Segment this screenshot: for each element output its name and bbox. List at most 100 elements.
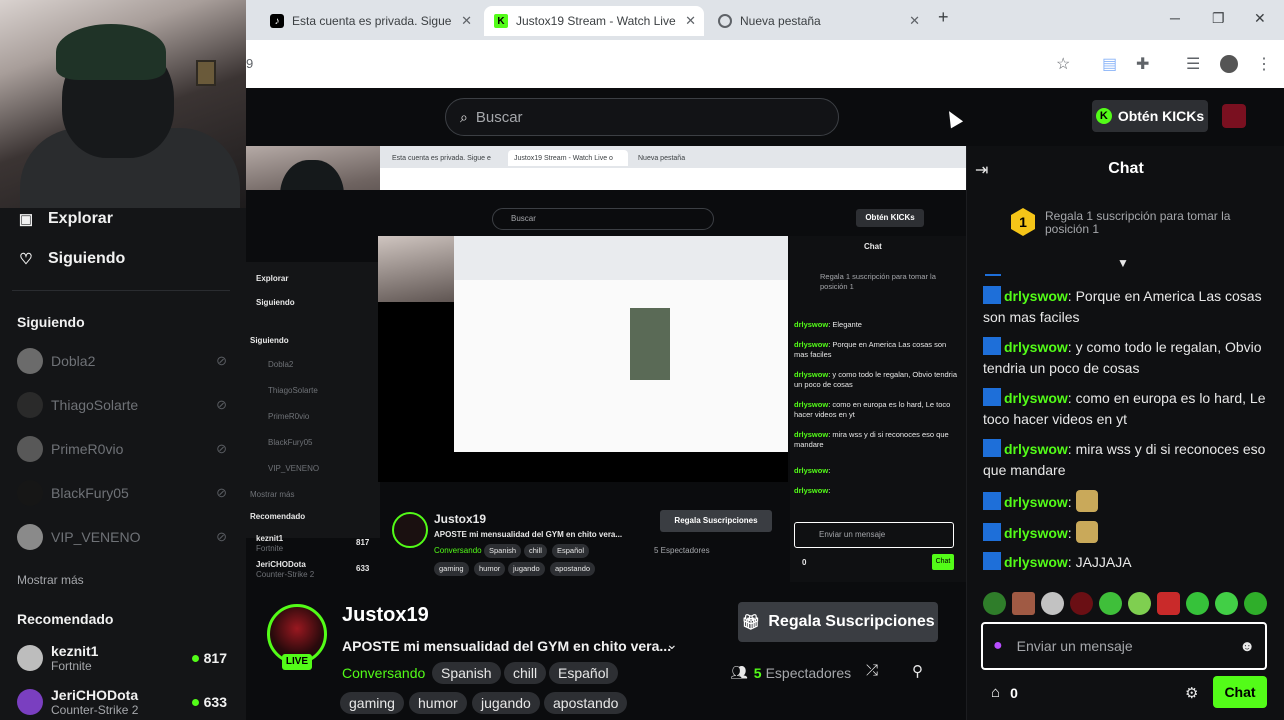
tag-pill[interactable]: apostando — [544, 692, 628, 714]
offline-icon: ⊘ — [216, 529, 227, 544]
gift-label: Regala Suscripciones — [768, 613, 935, 630]
close-tab-icon[interactable]: ✕ — [909, 13, 920, 29]
kicks-balance[interactable]: ⌂ 0 — [991, 684, 1018, 701]
chat-message: drlyswow: Porque en America Las cosas so… — [983, 286, 1262, 325]
following-heading: Siguiendo — [17, 314, 85, 330]
microphone-icon[interactable]: ● — [993, 637, 1003, 655]
get-kicks-button[interactable]: K Obtén KICKs — [1092, 100, 1208, 132]
new-tab-button[interactable]: + — [938, 7, 949, 28]
sidebar-item-recommended[interactable]: keznit1 Fortnite 817 — [17, 640, 227, 676]
search-placeholder: Buscar — [475, 108, 523, 126]
emote-icon[interactable] — [1128, 592, 1151, 615]
tab-label: Justox19 Stream - Watch Live o — [516, 14, 676, 28]
emote-icon[interactable] — [1070, 592, 1093, 615]
sidebar-item-following[interactable]: VIP_VENENO ⊘ — [17, 522, 227, 552]
nested-chat-line: drlyswow: — [794, 466, 831, 475]
browser-tab-kick[interactable]: K Justox19 Stream - Watch Live o ✕ — [484, 6, 704, 36]
nested-rec: Recomendado — [250, 512, 306, 521]
gift-subscriptions-button[interactable]: 🎁︎ Regala Suscripciones — [738, 602, 938, 642]
nested-chat-line: drlyswow: — [794, 486, 831, 495]
gear-icon[interactable]: ⚙ — [1185, 684, 1198, 702]
chevron-down-icon[interactable]: ⌄ — [666, 636, 678, 653]
close-tab-icon[interactable]: ✕ — [685, 13, 696, 29]
sidebar-item-following[interactable]: BlackFury05 ⊘ — [17, 478, 227, 508]
tag-pill[interactable]: humor — [409, 692, 467, 714]
extensions-icon[interactable]: ✚ — [1136, 54, 1149, 74]
emote-icon[interactable] — [1157, 592, 1180, 615]
follow-user-icon[interactable]: ⚲ — [912, 662, 923, 680]
nested-chat-title: Chat — [864, 242, 882, 251]
nested-follow: BlackFury05 — [268, 438, 313, 447]
chat-message-input[interactable]: ● Enviar un mensaje ☻ — [981, 622, 1267, 670]
nav-siguiendo[interactable]: ♡ Siguiendo — [18, 250, 125, 268]
pinned-gift-prompt[interactable]: Regala 1 suscripción para tomar la posic… — [1011, 210, 1241, 236]
document-icon[interactable]: ▤ — [1102, 54, 1117, 74]
close-tab-icon[interactable]: ✕ — [461, 13, 472, 29]
nested-chat-line: drlyswow: Porque en America Las cosas so… — [794, 340, 947, 359]
emote-icon[interactable] — [1215, 592, 1238, 615]
viewers-icon: 👥︎ — [730, 664, 748, 680]
emote-icon[interactable] — [1099, 592, 1122, 615]
minimize-icon[interactable]: ─ — [1170, 10, 1180, 26]
channel-name: BlackFury05 — [51, 485, 129, 501]
address-bar[interactable]: 9 ☆ ▤ ✚ ☰ ⋮ — [246, 40, 1284, 88]
chat-message: drlyswow: — [983, 521, 1269, 544]
browser-tab-new[interactable]: Nueva pestaña ✕ — [708, 6, 928, 36]
restore-icon[interactable]: ❐ — [1212, 10, 1225, 27]
tag-pill[interactable]: jugando — [472, 692, 540, 714]
emote-icon[interactable] — [1186, 592, 1209, 615]
nested-tab: Justox19 Stream - Watch Live o — [508, 150, 628, 166]
nested-follow: VIP_VENENO — [268, 464, 320, 473]
sidebar-item-following[interactable]: Dobla2 ⊘ — [17, 346, 227, 376]
sub-badge-icon — [983, 286, 1001, 304]
sidebar-item-following[interactable]: PrimeR0vio ⊘ — [17, 434, 227, 464]
media-icon[interactable]: ☰ — [1186, 54, 1200, 74]
recommended-heading: Recomendado — [17, 611, 114, 627]
send-chat-button[interactable]: Chat — [1213, 676, 1267, 708]
streamer-name[interactable]: Justox19 — [342, 604, 429, 627]
nested-more: Mostrar más — [250, 490, 295, 499]
sub-badge-icon — [983, 388, 1001, 406]
emote-bar — [983, 592, 1273, 618]
star-icon[interactable]: ☆ — [1056, 54, 1070, 74]
sidebar-item-recommended[interactable]: JeriCHODota Counter-Strike 2 633 — [17, 684, 227, 720]
menu-icon[interactable]: ⋮ — [1256, 54, 1272, 74]
live-dot-icon — [191, 654, 199, 662]
tag-pill[interactable]: Spanish — [432, 662, 501, 684]
sidebar-item-following[interactable]: ThiagoSolarte ⊘ — [17, 390, 227, 420]
emote-icon[interactable] — [1012, 592, 1035, 615]
browser-tab-bar: ♪ Esta cuenta es privada. Sigue e ✕ K Ju… — [246, 0, 1284, 40]
search-input[interactable]: ⌕ Buscar — [445, 98, 839, 136]
nav-label: Siguiendo — [48, 250, 126, 267]
pin-divider — [985, 274, 1001, 276]
emote-icon[interactable] — [1041, 592, 1064, 615]
live-dot-icon — [191, 698, 199, 706]
tag-pill[interactable]: Español — [549, 662, 618, 684]
tag-pill[interactable]: chill — [504, 662, 547, 684]
close-window-icon[interactable]: ✕ — [1254, 10, 1266, 27]
channel-game: Fortnite — [51, 659, 92, 673]
emote-icon[interactable] — [983, 592, 1006, 615]
profile-avatar[interactable] — [1220, 55, 1238, 73]
live-badge: LIVE — [282, 654, 312, 670]
nested-tag: Spanish — [484, 544, 522, 558]
emoji-icon[interactable]: ☻ — [1239, 638, 1255, 655]
user-avatar[interactable] — [1222, 104, 1246, 128]
sub-badge-icon — [983, 439, 1001, 457]
emote-icon[interactable] — [1244, 592, 1267, 615]
tag-pill[interactable]: gaming — [340, 692, 404, 714]
collapse-chat-icon[interactable]: ⇥ — [975, 160, 988, 180]
stream-category[interactable]: Conversando — [342, 665, 425, 681]
url-fragment: 9 — [246, 56, 254, 71]
chat-message: drlyswow: como en europa es lo hard, Le … — [983, 388, 1266, 427]
video-player[interactable]: Esta cuenta es privada. Sigue e Justox19… — [242, 146, 966, 582]
nested-tag: humor — [474, 562, 506, 576]
webcam-person-cap — [56, 24, 166, 80]
sub-badge-icon — [983, 337, 1001, 355]
browser-tab-tiktok[interactable]: ♪ Esta cuenta es privada. Sigue e ✕ — [260, 6, 480, 36]
share-icon[interactable]: ⤮ — [866, 662, 878, 679]
chevron-down-icon[interactable]: ▼ — [1117, 256, 1129, 270]
nested-chat-button: Chat — [932, 554, 954, 570]
nav-explorar[interactable]: ▣ Explorar — [18, 210, 113, 228]
show-more-link[interactable]: Mostrar más — [17, 573, 84, 587]
